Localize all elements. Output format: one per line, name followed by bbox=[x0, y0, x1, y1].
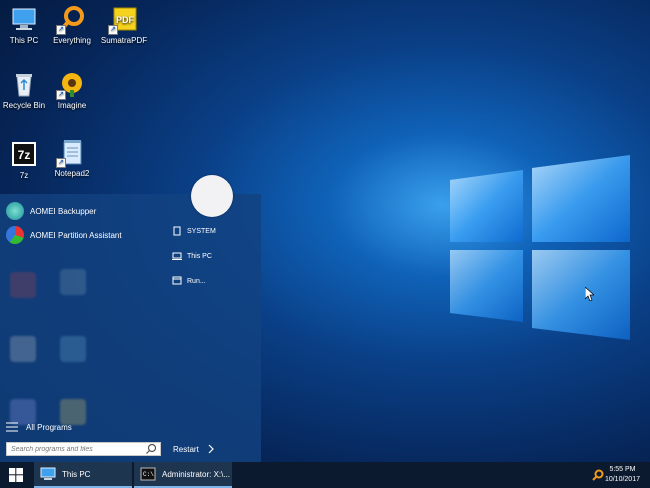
desktop-icon-notepad2[interactable]: ↗ Notepad2 bbox=[42, 138, 102, 179]
svg-text:PDF: PDF bbox=[116, 15, 135, 25]
all-programs-button[interactable]: All Programs bbox=[6, 422, 72, 432]
clock-time: 5:55 PM bbox=[609, 466, 636, 473]
partition-icon bbox=[6, 226, 24, 244]
places-item-run[interactable]: Run... bbox=[172, 274, 206, 288]
list-icon bbox=[6, 422, 18, 432]
computer-icon bbox=[40, 467, 56, 480]
shortcut-arrow-icon: ↗ bbox=[56, 90, 66, 100]
start-menu: AOMEI Backupper AOMEI Partition Assistan… bbox=[0, 194, 261, 462]
command-prompt-icon: C:\ bbox=[140, 467, 156, 481]
restart-button[interactable]: Restart bbox=[173, 444, 215, 454]
start-menu-places-pane: SYSTEM This PC Run... Restart bbox=[165, 194, 261, 462]
places-item-system[interactable]: SYSTEM bbox=[172, 224, 216, 238]
notepad-icon: ↗ bbox=[56, 138, 86, 168]
desktop-icon-label: SumatraPDF bbox=[100, 36, 148, 45]
everything-tray-icon[interactable] bbox=[592, 469, 604, 481]
taskbar-button-label: This PC bbox=[62, 469, 91, 479]
archive-7z-icon: 7z bbox=[10, 140, 38, 168]
computer-icon bbox=[10, 5, 38, 33]
start-search-box[interactable] bbox=[6, 442, 161, 456]
svg-text:7z: 7z bbox=[18, 148, 31, 162]
desktop-icon-label: Notepad2 bbox=[54, 169, 90, 178]
taskbar-button-cmd[interactable]: C:\ Administrator: X:\... bbox=[134, 462, 232, 488]
clock-date: 10/10/2017 bbox=[604, 476, 640, 483]
shortcut-arrow-icon: ↗ bbox=[56, 158, 66, 168]
taskbar-button-this-pc[interactable]: This PC bbox=[34, 462, 132, 488]
restart-label: Restart bbox=[173, 444, 199, 454]
shortcut-arrow-icon: ↗ bbox=[56, 25, 66, 35]
windows-wallpaper-logo bbox=[450, 155, 630, 340]
places-item-label: This PC bbox=[187, 252, 212, 260]
chevron-right-icon[interactable] bbox=[207, 444, 215, 454]
program-label: AOMEI Partition Assistant bbox=[30, 230, 122, 240]
desktop-icon-label: Imagine bbox=[57, 101, 87, 110]
blurred-tile bbox=[60, 269, 86, 295]
program-aomei-backupper[interactable]: AOMEI Backupper bbox=[6, 200, 161, 222]
places-item-this-pc[interactable]: This PC bbox=[172, 249, 212, 263]
blurred-tile bbox=[10, 336, 36, 362]
system-clock[interactable]: 5:55 PM 10/10/2017 bbox=[605, 465, 640, 485]
search-input[interactable] bbox=[7, 445, 145, 453]
run-icon bbox=[172, 276, 182, 285]
desktop-icon-everything[interactable]: ↗ Everything bbox=[42, 5, 102, 46]
document-icon bbox=[173, 226, 181, 236]
blurred-tile bbox=[10, 272, 36, 298]
pdf-icon: PDF ↗ bbox=[108, 5, 138, 35]
sunflower-icon: ↗ bbox=[56, 70, 86, 100]
places-item-label: SYSTEM bbox=[187, 227, 216, 235]
shortcut-arrow-icon: ↗ bbox=[108, 25, 118, 35]
search-icon[interactable] bbox=[145, 443, 157, 455]
places-item-label: Run... bbox=[187, 277, 206, 285]
mouse-cursor-icon bbox=[585, 287, 594, 301]
magnifier-icon: ↗ bbox=[56, 5, 86, 35]
program-label: AOMEI Backupper bbox=[30, 206, 97, 216]
blurred-tile bbox=[60, 336, 86, 362]
computer-icon bbox=[172, 252, 182, 260]
start-menu-programs-pane: AOMEI Backupper AOMEI Partition Assistan… bbox=[0, 194, 165, 462]
program-aomei-partition-assistant[interactable]: AOMEI Partition Assistant bbox=[6, 224, 161, 246]
desktop-icon-label: Everything bbox=[53, 36, 91, 45]
desktop-icon-sumatrapdf[interactable]: PDF ↗ SumatraPDF bbox=[94, 5, 154, 46]
taskbar-button-label: Administrator: X:\... bbox=[162, 469, 231, 479]
svg-text:C:\: C:\ bbox=[143, 471, 154, 478]
windows-logo-icon bbox=[9, 468, 23, 482]
backup-icon bbox=[6, 202, 24, 220]
desktop-icon-imagine[interactable]: ↗ Imagine bbox=[42, 70, 102, 111]
all-programs-label: All Programs bbox=[26, 422, 72, 432]
taskbar: This PC C:\ Administrator: X:\... 5:55 P… bbox=[0, 462, 650, 488]
start-button[interactable] bbox=[0, 462, 32, 488]
recycle-bin-icon bbox=[10, 70, 38, 98]
user-avatar[interactable] bbox=[191, 175, 233, 217]
